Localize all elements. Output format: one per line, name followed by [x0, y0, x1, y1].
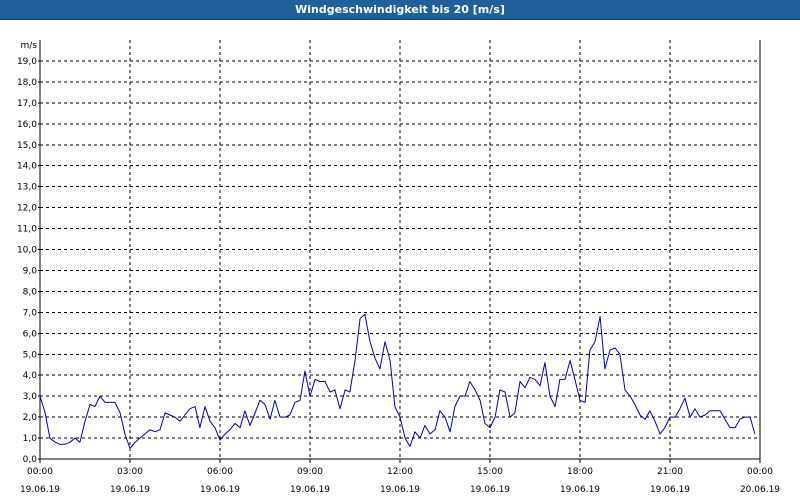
y-tick-label: 8,0 [23, 287, 38, 297]
y-axis-label: m/s [21, 41, 38, 51]
chart-title: Windgeschwindigkeit bis 20 [m/s] [295, 3, 505, 16]
x-tick-date: 19.06.19 [470, 485, 510, 495]
chart-area: 0,0 1,0 2,0 3,0 4,0 5,0 6,0 7,0 8,0 9,0 10,0 11,0 12… [0, 20, 800, 500]
wind-speed-chart: 0,0 1,0 2,0 3,0 4,0 5,0 6,0 7,0 8,0 9,0 10,0 11,0 12… [17, 40, 780, 495]
x-tick-time: 06:00 [207, 467, 233, 477]
x-tick-date: 19.06.19 [380, 485, 420, 495]
x-tick-date: 20.06.19 [740, 485, 780, 495]
y-tick-label: 18,0 [17, 78, 37, 88]
x-tick-time: 00:00 [27, 467, 53, 477]
y-tick-label: 16,0 [17, 120, 37, 130]
x-tick-time: 21:00 [657, 467, 683, 477]
x-tick-time: 09:00 [297, 467, 323, 477]
y-tick-label: 17,0 [17, 99, 37, 109]
x-tick-date: 19.06.19 [650, 485, 690, 495]
series-layer [39, 313, 756, 449]
y-tick-label: 9,0 [23, 266, 38, 276]
x-tick-date: 19.06.19 [20, 485, 60, 495]
y-tick-label: 1,0 [23, 434, 38, 444]
tick-labels: 0,0 1,0 2,0 3,0 4,0 5,0 6,0 7,0 8,0 9,0 10,0 11,0 12… [17, 41, 780, 495]
axis-layer [38, 40, 761, 463]
y-tick-label: 19,0 [17, 57, 37, 67]
y-tick-label: 2,0 [23, 413, 38, 423]
y-tick-label: 12,0 [17, 204, 37, 214]
y-tick-label: 0,0 [23, 455, 38, 465]
y-tick-label: 7,0 [23, 308, 38, 318]
x-tick-date: 19.06.19 [200, 485, 240, 495]
x-tick-date: 19.06.19 [110, 485, 150, 495]
x-tick-date: 19.06.19 [560, 485, 600, 495]
x-tick-time: 03:00 [117, 467, 143, 477]
x-tick-time: 12:00 [387, 467, 413, 477]
y-tick-label: 15,0 [17, 141, 37, 151]
x-tick-time: 18:00 [567, 467, 593, 477]
y-tick-label: 3,0 [23, 392, 38, 402]
grid-layer [40, 40, 760, 459]
chart-title-bar: Windgeschwindigkeit bis 20 [m/s] [0, 0, 800, 20]
y-tick-label: 5,0 [23, 350, 38, 360]
y-tick-label: 13,0 [17, 183, 37, 193]
y-tick-label: 4,0 [23, 371, 38, 381]
y-tick-label: 10,0 [17, 246, 37, 256]
y-tick-label: 11,0 [17, 225, 37, 235]
y-tick-label: 14,0 [17, 162, 37, 172]
wind-speed-series-line [39, 313, 756, 449]
x-tick-date: 19.06.19 [290, 485, 330, 495]
x-tick-time: 00:00 [747, 467, 773, 477]
y-tick-label: 6,0 [23, 329, 38, 339]
x-tick-time: 15:00 [477, 467, 503, 477]
